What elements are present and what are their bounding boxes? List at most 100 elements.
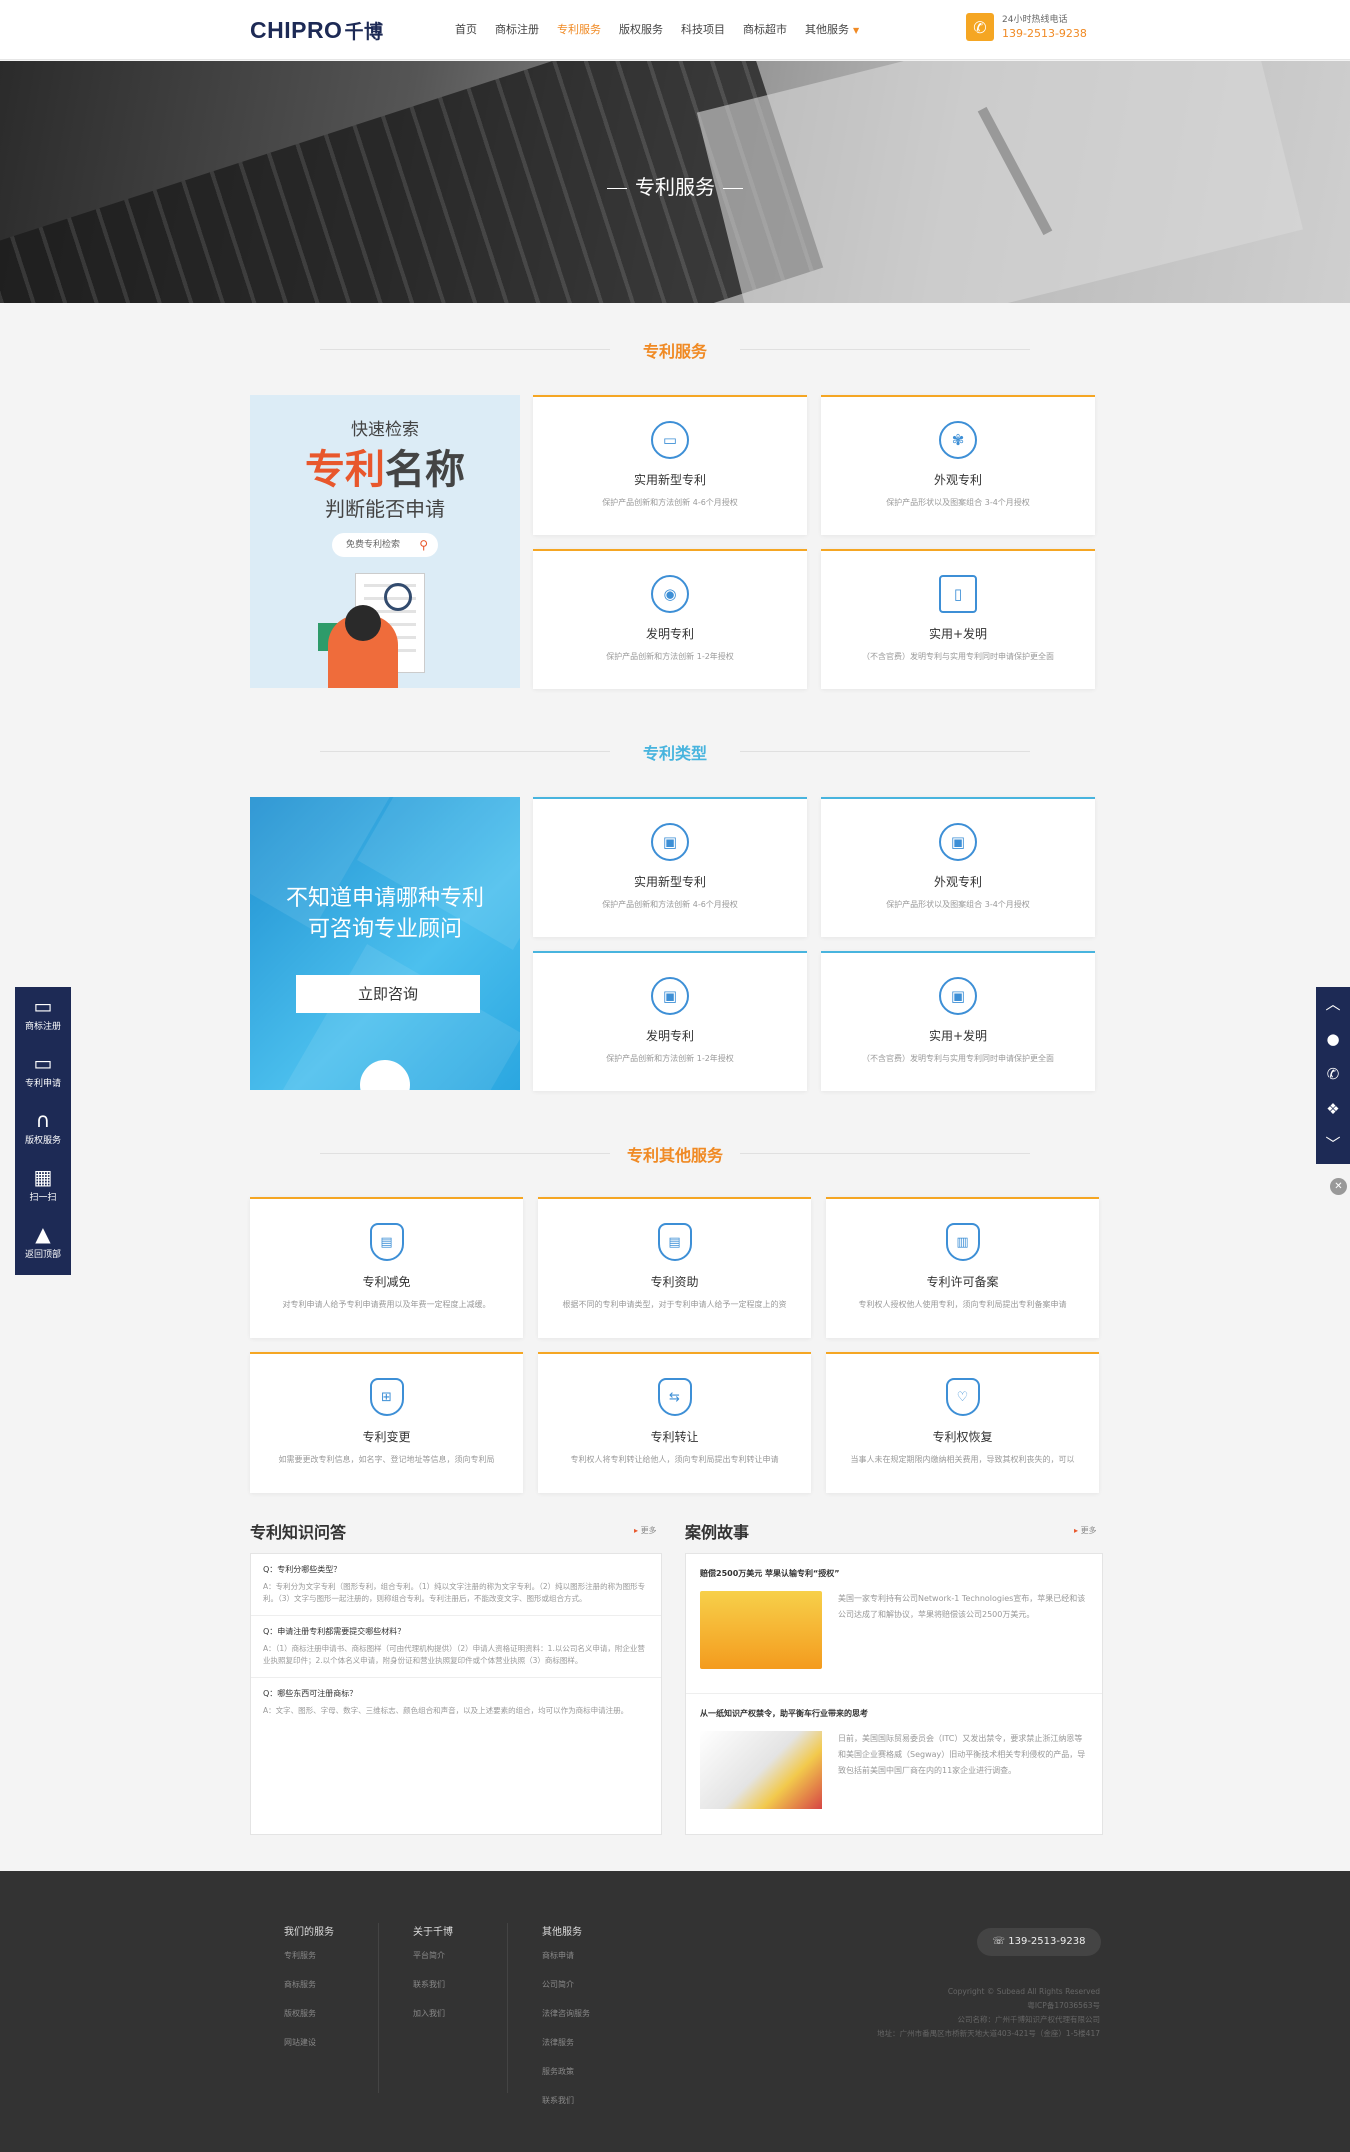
type-card-combined[interactable]: ▣ 实用+发明 （不含官费）发明专利与实用专利同时申请保护更全面 (821, 951, 1095, 1091)
float-copyright[interactable]: ∩ 版权服务 (15, 1101, 71, 1158)
chevron-up-icon[interactable]: ︿ (1316, 987, 1350, 1022)
banner-title: 专利服务 (0, 171, 1350, 200)
phone-icon[interactable]: ✆ (1316, 1057, 1350, 1092)
qa-item[interactable]: Q：哪些东西可注册商标？ A：文字、图形、字母、数字、三维标志、颜色组合和声音，… (251, 1678, 661, 1727)
consult-promo: 不知道申请哪种专利 可咨询专业顾问 立即咨询 (250, 797, 520, 1090)
float-back-to-top[interactable]: ▲ 返回顶部 (15, 1215, 71, 1272)
footer-phone[interactable]: ☏ 139-2513-9238 (977, 1928, 1101, 1956)
hero-banner: 专利服务 (0, 61, 1350, 303)
footer-col-services: 我们的服务 专利服务 商标服务 版权服务 网站建设 (284, 1923, 334, 2066)
magnifier-illustration (384, 583, 412, 611)
card-design-patent[interactable]: ✾ 外观专利 保护产品形状以及图案组合 3-4个月授权 (821, 395, 1095, 535)
footer-link[interactable]: 商标申请 (542, 1950, 590, 1979)
type-card-invention[interactable]: ▣ 发明专利 保护产品创新和方法创新 1-2年授权 (533, 951, 807, 1091)
speech-bubble-icon: ▭ (33, 1051, 53, 1075)
qr-icon: ▦ (33, 1165, 53, 1189)
section-title-patent-types: 专利类型 (320, 740, 1030, 764)
cases-more-link[interactable]: 更多 (1074, 1525, 1097, 1536)
speech-bubble-icon: ▭ (33, 994, 53, 1018)
phone-icon: ✆ (966, 13, 994, 41)
footer-link[interactable]: 网站建设 (284, 2037, 334, 2066)
card-utility-invention[interactable]: ▯ 实用+发明 （不含官费）发明专利与实用专利同时申请保护更全面 (821, 549, 1095, 689)
service-card-license[interactable]: ▥ 专利许可备案 专利权人授权他人使用专利，须向专利局提出专利备案申请 (826, 1197, 1099, 1338)
promo-line3: 判断能否申请 (325, 497, 445, 521)
hotline: ✆ 24小时热线电话 139-2513-9238 (966, 13, 1087, 41)
hotline-number: 139-2513-9238 (1002, 27, 1087, 40)
qa-title: 专利知识问答 (250, 1523, 347, 1542)
service-card-restore[interactable]: ♡ 专利权恢复 当事人未在规定期限内缴纳相关费用，导致其权利丧失的，可以 (826, 1352, 1099, 1493)
footer-link[interactable]: 服务政策 (542, 2066, 590, 2095)
footer-link[interactable]: 专利服务 (284, 1950, 334, 1979)
footer-col-other: 其他服务 商标申请 公司简介 法律咨询服务 法律服务 服务政策 联系我们 (542, 1923, 590, 2124)
envelope-icon: ▣ (651, 977, 689, 1015)
nav-home[interactable]: 首页 (446, 0, 486, 60)
person-head (345, 605, 381, 641)
section-title-other-services: 专利其他服务 (320, 1142, 1030, 1166)
float-trademark[interactable]: ▭ 商标注册 (15, 987, 71, 1044)
certificate-icon: ▣ (939, 977, 977, 1015)
case-image (700, 1591, 822, 1669)
promo-line2: 专利名称 (305, 446, 465, 493)
footer-link[interactable]: 加入我们 (413, 2008, 453, 2037)
wechat-icon[interactable]: ❖ (1316, 1092, 1350, 1127)
card-invention-patent[interactable]: ◉ 发明专利 保护产品创新和方法创新 1-2年授权 (533, 549, 807, 689)
nav-copyright[interactable]: 版权服务 (610, 0, 672, 60)
qa-item[interactable]: Q：专利分哪些类型？ A：专利分为文字专利（图形专利，组合专利。（1）纯以文字注… (251, 1554, 661, 1616)
close-icon[interactable]: ✕ (1330, 1178, 1347, 1195)
nav-patent[interactable]: 专利服务 (548, 0, 610, 60)
free-search-button[interactable]: 免费专利检索 ⚲ (332, 533, 438, 557)
flower-icon: ✾ (939, 421, 977, 459)
right-float-bar: ︿ ● ✆ ❖ ﹀ (1316, 987, 1350, 1164)
footer-link[interactable]: 联系我们 (413, 1979, 453, 2008)
badge-icon: ▣ (939, 823, 977, 861)
qa-more-link[interactable]: 更多 (634, 1525, 657, 1536)
cases-panel: 赔偿2500万美元 苹果认输专利“授权” 美国一家专利持有公司Network-1… (685, 1553, 1103, 1835)
service-card-reduction[interactable]: ▤ 专利减免 对专利申请人给予专利申请费用以及年费一定程度上减缓。 (250, 1197, 523, 1338)
footer-link[interactable]: 法律咨询服务 (542, 2008, 590, 2037)
footer-link[interactable]: 商标服务 (284, 1979, 334, 2008)
nav-other[interactable]: 其他服务 ▼ (796, 0, 868, 60)
shield-grid-icon: ⊞ (369, 1378, 404, 1416)
service-card-change[interactable]: ⊞ 专利变更 如需要更改专利信息，如名字、登记地址等信息，须向专利局 (250, 1352, 523, 1493)
phone-icon: ☏ (992, 1936, 1009, 1947)
footer-link[interactable]: 联系我们 (542, 2095, 590, 2124)
service-card-transfer[interactable]: ⇆ 专利转让 专利权人将专利转让给他人，须向专利局提出专利转让申请 (538, 1352, 811, 1493)
type-card-utility[interactable]: ▣ 实用新型专利 保护产品创新和方法创新 4-6个月授权 (533, 797, 807, 937)
cases-title: 案例故事 (685, 1523, 750, 1542)
chevron-down-icon: ▼ (853, 26, 860, 35)
case-item[interactable]: 赔偿2500万美元 苹果认输专利“授权” 美国一家专利持有公司Network-1… (686, 1554, 1102, 1694)
footer-copyright: Copyright © Subead All Rights Reserved 粤… (877, 1987, 1100, 2038)
main-nav: 首页 商标注册 专利服务 版权服务 科技项目 商标超市 其他服务 ▼ (446, 0, 868, 60)
float-qrcode[interactable]: ▦ 扫一扫 (15, 1158, 71, 1215)
search-icon: ⚲ (419, 538, 428, 552)
type-card-design[interactable]: ▣ 外观专利 保护产品形状以及图案组合 3-4个月授权 (821, 797, 1095, 937)
consult-button[interactable]: 立即咨询 (296, 975, 480, 1013)
qa-panel: Q：专利分哪些类型？ A：专利分为文字专利（图形专利，组合专利。（1）纯以文字注… (250, 1553, 662, 1835)
case-item[interactable]: 从一纸知识产权禁令，助平衡车行业带来的思考 日前，美国国际贸易委员会（ITC）又… (686, 1694, 1102, 1823)
footer-link[interactable]: 版权服务 (284, 2008, 334, 2037)
footer-link[interactable]: 公司简介 (542, 1979, 590, 2008)
footer-link[interactable]: 法律服务 (542, 2037, 590, 2066)
card-utility-patent[interactable]: ▭ 实用新型专利 保护产品创新和方法创新 4-6个月授权 (533, 395, 807, 535)
nav-trademark[interactable]: 商标注册 (486, 0, 548, 60)
hotline-label: 24小时热线电话 (1002, 15, 1068, 25)
nav-market[interactable]: 商标超市 (734, 0, 796, 60)
lightbulb-icon: ◉ (651, 575, 689, 613)
float-patent[interactable]: ▭ 专利申请 (15, 1044, 71, 1101)
shield-file-icon: ▥ (945, 1223, 980, 1261)
search-promo[interactable]: 快速检索 专利名称 判断能否申请 免费专利检索 ⚲ (250, 395, 520, 688)
badge-icon: ▣ (651, 823, 689, 861)
nav-tech[interactable]: 科技项目 (672, 0, 734, 60)
left-float-bar: ▭ 商标注册 ▭ 专利申请 ∩ 版权服务 ▦ 扫一扫 ▲ 返回顶部 (15, 987, 71, 1275)
headset-icon: ∩ (35, 1108, 51, 1132)
case-image (700, 1731, 822, 1809)
site-footer: 我们的服务 专利服务 商标服务 版权服务 网站建设 关于千博 平台简介 联系我们… (0, 1871, 1350, 2152)
service-card-funding[interactable]: ▤ 专利资助 根据不同的专利申请类型，对于专利申请人给予一定程度上的资 (538, 1197, 811, 1338)
logo[interactable]: CHIPRO 千博 (250, 17, 383, 44)
footer-link[interactable]: 平台简介 (413, 1950, 453, 1979)
qa-item[interactable]: Q：申请注册专利都需要提交哪些材料？ A：（1）商标注册申请书、商标图样（可由代… (251, 1616, 661, 1678)
qq-icon[interactable]: ● (1316, 1022, 1350, 1057)
chevron-down-icon[interactable]: ﹀ (1316, 1127, 1350, 1162)
shield-doc-icon: ▤ (657, 1223, 692, 1261)
site-header: CHIPRO 千博 首页 商标注册 专利服务 版权服务 科技项目 商标超市 其他服… (0, 0, 1350, 60)
